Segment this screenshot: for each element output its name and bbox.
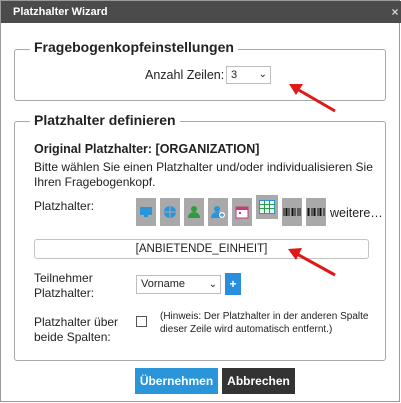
rows-select[interactable]: 3 ⌄: [226, 66, 271, 84]
barcode-icon[interactable]: [282, 198, 302, 226]
person-add-icon[interactable]: [208, 198, 228, 226]
person-icon[interactable]: [184, 198, 204, 226]
cancel-button[interactable]: Abbrechen: [222, 368, 295, 394]
placeholder-legend: Platzhalter definieren: [30, 111, 180, 129]
barcode-icon[interactable]: [306, 198, 326, 226]
annotation-arrow-icon: [289, 84, 336, 113]
placeholder-wizard-dialog: Platzhalter Wizard × Fragebogenkopfeinst…: [0, 0, 401, 402]
chevron-down-icon: ⌄: [258, 69, 267, 80]
participant-select-value: Vorname: [141, 278, 186, 290]
both-columns-hint: (Hinweis: Der Platzhalter in der anderen…: [160, 311, 369, 335]
header-settings-legend: Fragebogenkopfeinstellungen: [30, 38, 238, 56]
instruction-text: Bitte wählen Sie einen Platzhalter und/o…: [34, 160, 373, 189]
both-columns-checkbox[interactable]: [136, 316, 147, 327]
original-placeholder-label: Original Platzhalter: [ORGANIZATION]: [34, 142, 260, 156]
rows-select-value: 3: [231, 69, 238, 81]
dialog-titlebar[interactable]: Platzhalter Wizard ×: [1, 1, 401, 23]
calendar-icon[interactable]: [232, 198, 252, 226]
participant-placeholder-label: Teilnehmer Platzhalter:: [34, 271, 95, 300]
participant-placeholder-select[interactable]: Vorname ⌄: [136, 275, 221, 294]
add-participant-placeholder-button[interactable]: +: [225, 273, 241, 295]
close-icon[interactable]: ×: [389, 1, 401, 23]
annotation-arrow-icon: [288, 248, 336, 277]
rows-label: Anzahl Zeilen:: [145, 68, 225, 82]
chevron-down-icon: ⌄: [208, 279, 217, 290]
monitor-icon[interactable]: [136, 198, 156, 226]
spreadsheet-icon[interactable]: [256, 195, 278, 219]
both-columns-label: Platzhalter über beide Spalten:: [34, 315, 119, 344]
more-placeholders-link[interactable]: weitere…: [330, 206, 383, 221]
globe-icon[interactable]: [160, 198, 180, 226]
placeholder-label: Platzhalter:: [34, 199, 95, 213]
dialog-title: Platzhalter Wizard: [13, 6, 108, 18]
apply-button[interactable]: Übernehmen: [135, 368, 218, 394]
